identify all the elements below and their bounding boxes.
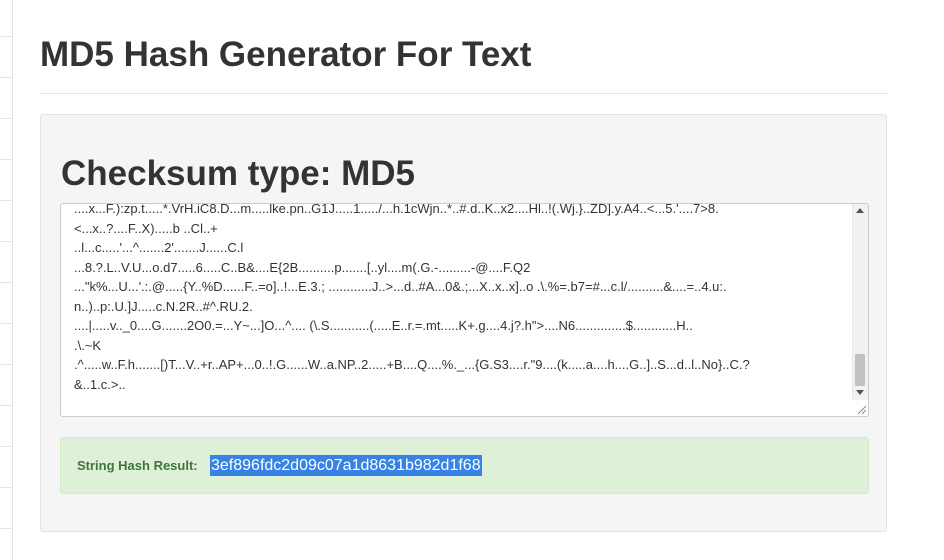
checksum-panel: Checksum type: MD5 ....x...F.):zp.t.....… xyxy=(40,114,887,532)
scroll-thumb[interactable] xyxy=(855,354,865,386)
scroll-down-arrow-icon[interactable] xyxy=(856,390,864,395)
hash-result-label: String Hash Result: xyxy=(77,458,198,473)
textarea-scrollbar[interactable] xyxy=(852,204,868,400)
checksum-type-heading: Checksum type: MD5 xyxy=(61,154,415,193)
page-title: MD5 Hash Generator For Text xyxy=(40,35,532,74)
resize-handle-icon[interactable] xyxy=(855,403,867,415)
hash-result-value[interactable]: 3ef896fdc2d09c07a1d8631b982d1f68 xyxy=(210,455,482,476)
hash-result-box: String Hash Result: 3ef896fdc2d09c07a1d8… xyxy=(60,437,869,494)
input-text-area[interactable]: ....x...F.):zp.t.....*.VrH.iC8.D...m....… xyxy=(60,203,869,417)
title-divider xyxy=(40,93,888,94)
scroll-up-arrow-icon[interactable] xyxy=(856,208,864,213)
left-sidebar-strip xyxy=(0,0,13,560)
input-text-content[interactable]: ....x...F.):zp.t.....*.VrH.iC8.D...m....… xyxy=(74,204,854,394)
